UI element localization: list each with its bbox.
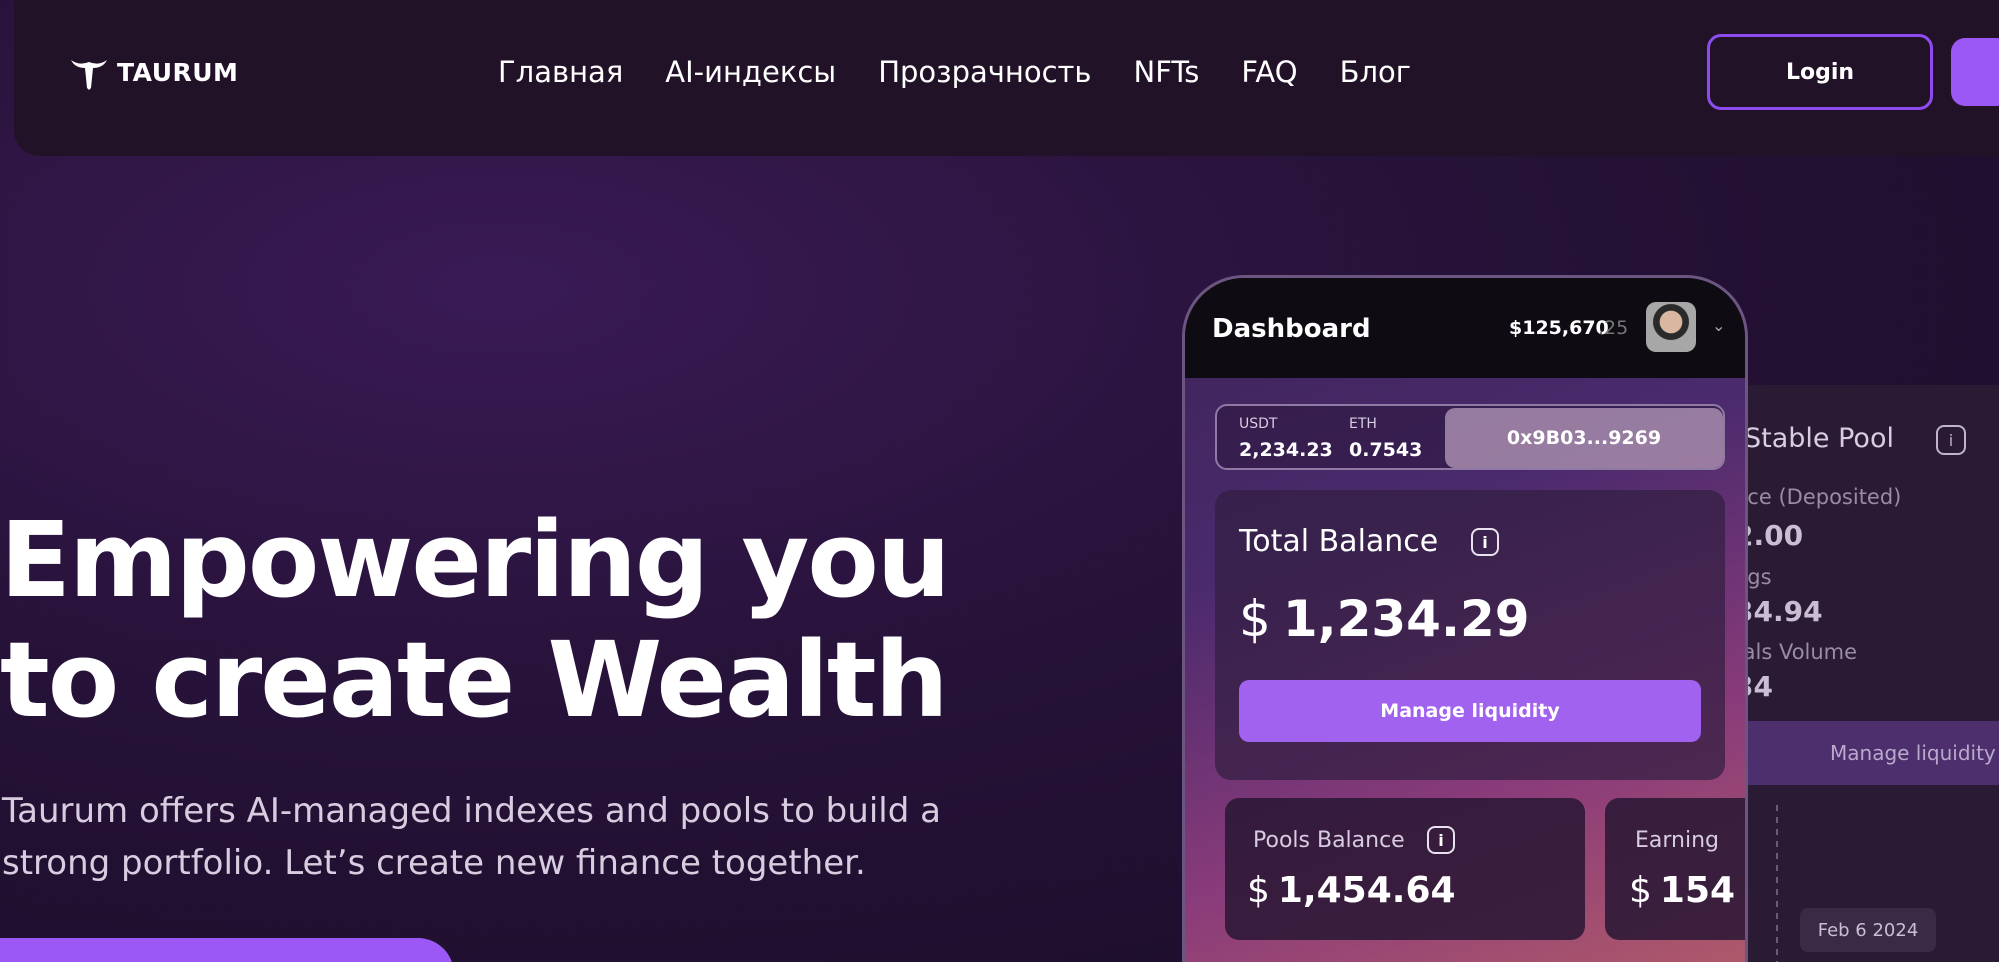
currency-symbol: $ (1629, 870, 1652, 911)
hero-cta-button[interactable] (0, 938, 454, 962)
chevron-down-icon[interactable]: ⌄ (1712, 316, 1725, 335)
pools-balance-value: $1,454.64 (1247, 870, 1456, 911)
earnings-label: Earning (1635, 828, 1720, 853)
login-button[interactable]: Login (1707, 34, 1933, 110)
total-balance-value: $1,234.29 (1239, 590, 1530, 648)
info-icon[interactable]: i (1936, 425, 1966, 455)
hero-title: Empowering you to create Wealth (0, 500, 1000, 740)
wallet-bar: USDT 2,234.23 ETH 0.7543 0x9B03...9269 (1215, 404, 1725, 470)
total-balance-card: Total Balance i $1,234.29 Manage liquidi… (1215, 490, 1725, 780)
hero-title-line1: Empowering you (0, 499, 951, 621)
pools-balance-amount: 1,454.64 (1277, 870, 1456, 911)
total-balance-label: Total Balance (1239, 524, 1439, 559)
wallet-address-button[interactable]: 0x9B03...9269 (1445, 408, 1723, 468)
brand-name: TAURUM (117, 57, 239, 87)
nav-link-transparency[interactable]: Прозрачность (878, 55, 1091, 89)
pools-balance-card: Pools Balance i $1,454.64 (1225, 798, 1585, 940)
currency-symbol: $ (1247, 870, 1270, 911)
total-balance-amount: 1,234.29 (1282, 590, 1530, 648)
pools-balance-label: Pools Balance (1253, 828, 1405, 853)
deposited-label: nce (Deposited) (1740, 485, 1902, 509)
stable-pool-title: Stable Pool (1744, 423, 1894, 454)
referrals-label: rals Volume (1740, 640, 1858, 664)
main-nav: Главная AI-индексы Прозрачность NFTs FAQ… (498, 50, 1411, 94)
usdt-value: 2,234.23 (1239, 439, 1333, 461)
info-icon[interactable]: i (1427, 826, 1455, 854)
eth-value: 0.7543 (1349, 439, 1423, 461)
earnings-card: Earning $154 (1605, 798, 1745, 940)
phone-mockup: Dashboard $125,670 .25 ⌄ USDT 2,234.23 E… (1182, 275, 1748, 962)
brand-logo[interactable]: TAURUM (69, 52, 238, 92)
earnings-value: 34.94 (1740, 595, 1823, 628)
earnings-value: $154 (1629, 870, 1735, 911)
hero-title-line2: to create Wealth (0, 619, 949, 741)
dashboard-title: Dashboard (1212, 314, 1371, 344)
hero-subtitle-line2: strong portfolio. Let’s create new finan… (2, 843, 866, 883)
phone-header: Dashboard $125,670 .25 ⌄ (1185, 278, 1745, 378)
nav-link-home[interactable]: Главная (498, 55, 623, 89)
nav-link-ai-indexes[interactable]: AI-индексы (665, 55, 836, 89)
usdt-label: USDT (1239, 416, 1278, 432)
nav-link-nfts[interactable]: NFTs (1134, 55, 1200, 89)
eth-label: ETH (1349, 416, 1377, 432)
deposited-value: 2.00 (1740, 519, 1804, 552)
info-icon[interactable]: i (1471, 528, 1499, 556)
manage-liquidity-button[interactable]: Manage liquidity (1239, 680, 1701, 742)
hero-subtitle: Taurum offers AI-managed indexes and poo… (2, 785, 982, 889)
manage-liquidity-button-back[interactable]: Manage liquidity (1740, 721, 1999, 785)
currency-symbol: $ (1239, 590, 1271, 648)
header-balance-decimal: .25 (1598, 317, 1629, 339)
nav-link-blog[interactable]: Блог (1340, 55, 1411, 89)
nav-link-faq[interactable]: FAQ (1241, 55, 1297, 89)
header-balance: $125,670 (1509, 317, 1609, 339)
top-navbar: TAURUM Главная AI-индексы Прозрачность N… (14, 0, 1999, 156)
hero-subtitle-line1: Taurum offers AI-managed indexes and poo… (2, 791, 941, 831)
chart-date-tooltip: Feb 6 2024 (1800, 908, 1936, 952)
avatar[interactable] (1646, 302, 1696, 352)
earnings-amount: 154 (1659, 870, 1736, 911)
chart-marker-line (1776, 805, 1778, 962)
taurum-logo-icon (71, 60, 107, 90)
stable-pool-card: Stable Pool i nce (Deposited) 2.00 ngs 3… (1740, 385, 1999, 962)
signup-button[interactable] (1951, 38, 1999, 106)
